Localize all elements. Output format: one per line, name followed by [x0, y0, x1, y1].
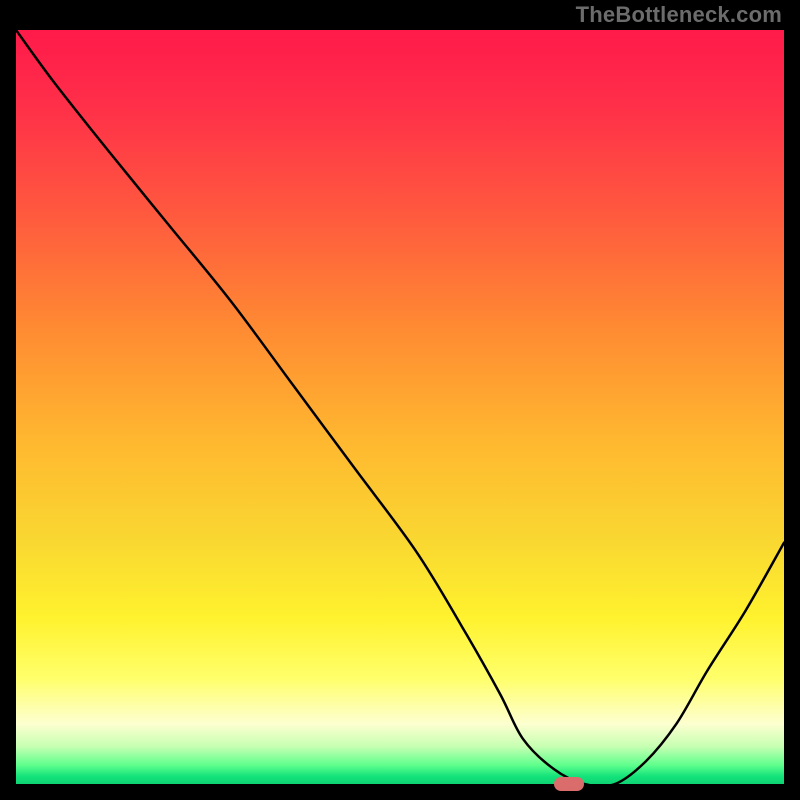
- optimal-point-marker: [554, 777, 584, 791]
- watermark-text: TheBottleneck.com: [576, 2, 782, 28]
- bottleneck-curve: [16, 30, 784, 784]
- chart-frame: TheBottleneck.com: [0, 0, 800, 800]
- plot-area: [16, 30, 784, 784]
- curve-path: [16, 30, 784, 784]
